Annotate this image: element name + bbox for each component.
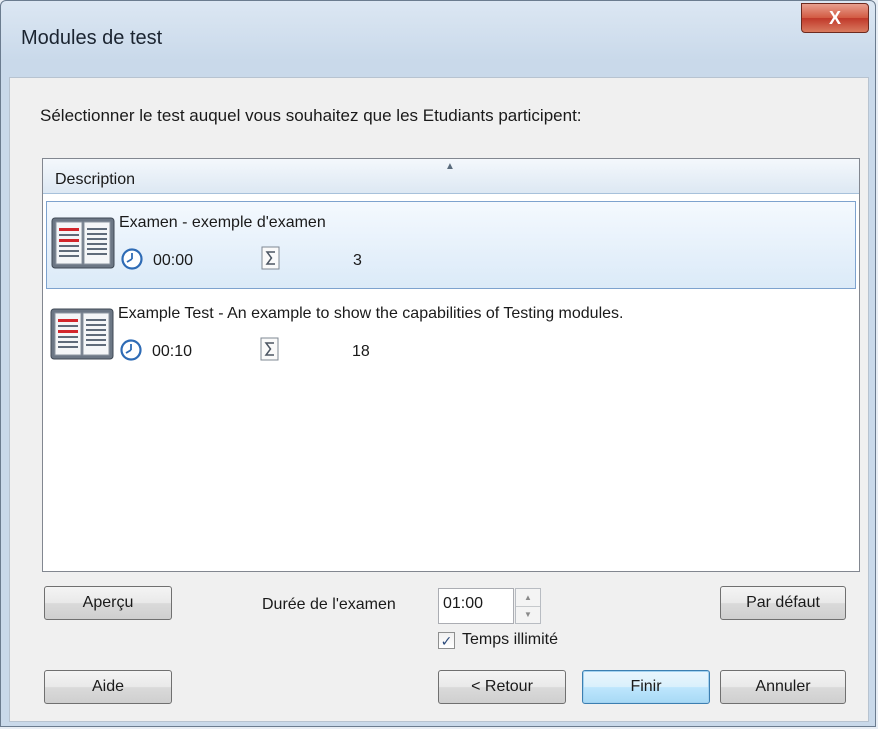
list-item[interactable]: Examen - exemple d'examen 00:00 3 bbox=[46, 201, 856, 289]
close-button[interactable]: X bbox=[801, 3, 869, 33]
test-list[interactable]: ▲ Description Examen - exemple d'examen … bbox=[42, 158, 860, 572]
sigma-icon bbox=[260, 337, 279, 361]
spin-down-icon[interactable]: ▼ bbox=[516, 606, 540, 623]
sort-up-icon: ▲ bbox=[445, 161, 455, 172]
list-item[interactable]: Example Test - An example to show the ca… bbox=[46, 293, 856, 381]
question-count: 18 bbox=[352, 343, 370, 360]
unlimited-time-label: Temps illimité bbox=[462, 631, 559, 648]
test-duration: 00:10 bbox=[152, 343, 193, 360]
clock-icon bbox=[120, 339, 142, 361]
clock-icon bbox=[121, 248, 143, 270]
test-duration: 00:00 bbox=[153, 252, 194, 269]
aide-button[interactable]: Aide bbox=[44, 670, 172, 704]
column-header-description[interactable]: ▲ Description bbox=[43, 159, 859, 194]
apercu-button[interactable]: Aperçu bbox=[44, 586, 172, 620]
book-icon bbox=[50, 308, 114, 360]
duration-spinner[interactable]: ▲ ▼ bbox=[515, 588, 541, 624]
column-header-label: Description bbox=[55, 171, 136, 188]
close-icon: X bbox=[828, 7, 841, 28]
duration-label: Durée de l'examen bbox=[262, 596, 396, 613]
question-count: 3 bbox=[353, 252, 362, 269]
book-icon bbox=[51, 217, 115, 269]
test-title: Example Test - An example to show the ca… bbox=[118, 305, 624, 322]
test-title: Examen - exemple d'examen bbox=[119, 214, 326, 231]
retour-button[interactable]: < Retour bbox=[438, 670, 566, 704]
spin-up-icon[interactable]: ▲ bbox=[516, 589, 540, 607]
finir-button[interactable]: Finir bbox=[582, 670, 710, 704]
par-defaut-button[interactable]: Par défaut bbox=[720, 586, 846, 620]
checkmark-icon: ✓ bbox=[440, 632, 453, 649]
duration-input[interactable]: 01:00 bbox=[438, 588, 514, 624]
dialog-client-area: Sélectionner le test auquel vous souhait… bbox=[9, 77, 869, 722]
dialog-window: Modules de test X Sélectionner le test a… bbox=[0, 0, 876, 727]
instruction-text: Sélectionner le test auquel vous souhait… bbox=[40, 106, 582, 125]
title-bar: Modules de test X bbox=[1, 1, 875, 77]
unlimited-time-checkbox[interactable]: ✓ bbox=[438, 632, 455, 649]
window-title: Modules de test bbox=[21, 27, 163, 49]
annuler-button[interactable]: Annuler bbox=[720, 670, 846, 704]
sigma-icon bbox=[261, 246, 280, 270]
